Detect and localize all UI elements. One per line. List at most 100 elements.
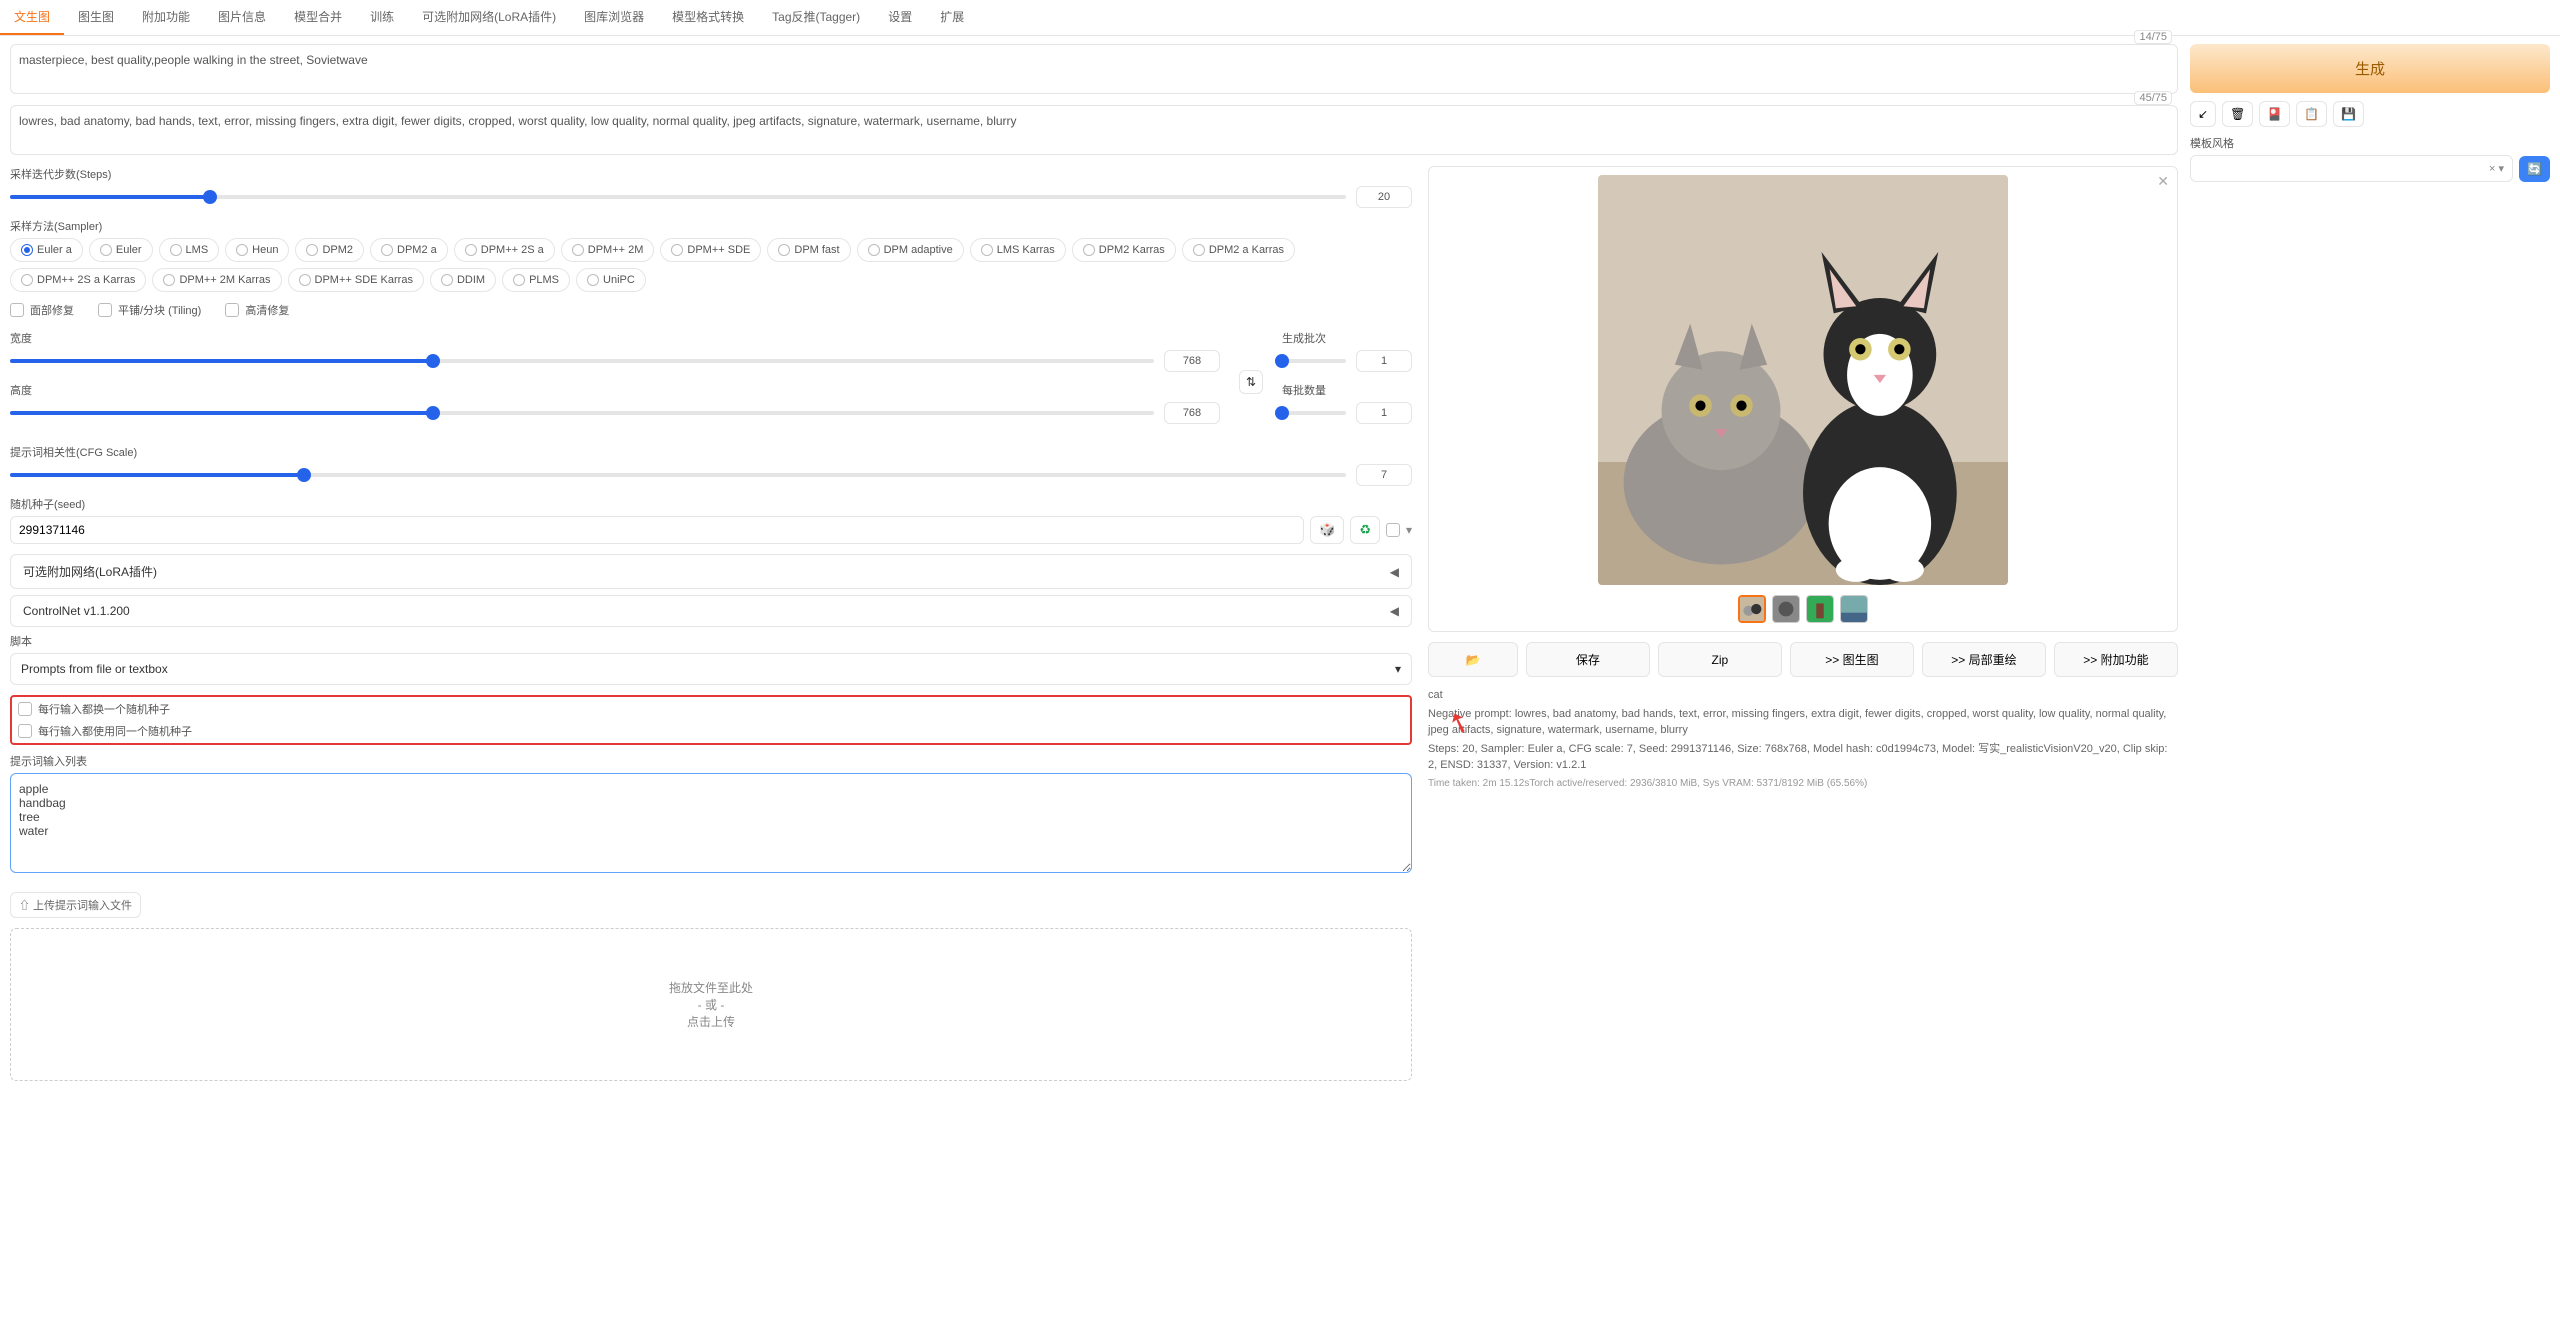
steps-label: 采样迭代步数(Steps) [10, 166, 1412, 182]
prompt-token-count: 14/75 [2134, 30, 2172, 44]
tab-5[interactable]: 训练 [356, 0, 408, 35]
sampler-option[interactable]: DPM++ 2M [561, 238, 655, 262]
sampler-option[interactable]: DPM++ SDE [660, 238, 761, 262]
sampler-option[interactable]: Heun [225, 238, 289, 262]
save-button[interactable]: 保存 [1526, 642, 1650, 677]
sampler-option[interactable]: DPM2 Karras [1072, 238, 1176, 262]
chevron-down-icon: ▾ [1395, 662, 1401, 676]
lora-accordion[interactable]: 可选附加网络(LoRA插件)◀ [10, 554, 1412, 589]
hires-check[interactable]: 高清修复 [225, 302, 289, 318]
tab-10[interactable]: 设置 [874, 0, 926, 35]
swap-dims-button[interactable]: ⇅ [1239, 370, 1263, 394]
batch-size-slider[interactable] [1282, 411, 1346, 415]
sampler-option[interactable]: UniPC [576, 268, 646, 292]
generate-button[interactable]: 生成 [2190, 44, 2550, 93]
width-slider[interactable] [10, 359, 1154, 363]
cfg-label: 提示词相关性(CFG Scale) [10, 444, 1412, 460]
style-select[interactable]: × ▾ [2190, 155, 2513, 182]
send-img2img-button[interactable]: >> 图生图 [1790, 642, 1914, 677]
output-gallery: ✕ [1428, 166, 2178, 632]
sampler-option[interactable]: Euler [89, 238, 153, 262]
sampler-option[interactable]: DPM++ SDE Karras [288, 268, 424, 292]
sampler-option[interactable]: DPM++ 2M Karras [152, 268, 281, 292]
cfg-slider[interactable] [10, 473, 1346, 477]
output-image[interactable] [1598, 175, 2008, 585]
face-restore-check[interactable]: 面部修复 [10, 302, 74, 318]
send-extras-button[interactable]: >> 附加功能 [2054, 642, 2178, 677]
prompt-list-input[interactable] [10, 773, 1412, 873]
refresh-style-button[interactable]: 🔄 [2519, 156, 2550, 182]
upload-prompts-button[interactable]: ⇧ 上传提示词输入文件 [10, 892, 141, 918]
seed-dropdown-icon[interactable]: ▾ [1406, 523, 1412, 537]
neg-prompt-token-count: 45/75 [2134, 91, 2172, 105]
tab-11[interactable]: 扩展 [926, 0, 978, 35]
caret-left-icon: ◀ [1390, 604, 1399, 618]
main-tabs: 文生图图生图附加功能图片信息模型合并训练可选附加网络(LoRA插件)图库浏览器模… [0, 0, 2560, 36]
tab-9[interactable]: Tag反推(Tagger) [758, 0, 874, 35]
seed-reuse-button[interactable]: ♻ [1350, 516, 1380, 544]
send-inpaint-button[interactable]: >> 局部重绘 [1922, 642, 2046, 677]
batch-count-slider[interactable] [1282, 359, 1346, 363]
thumbnail[interactable] [1806, 595, 1834, 623]
extra-networks-button[interactable]: 🎴 [2259, 101, 2290, 127]
tab-3[interactable]: 图片信息 [204, 0, 280, 35]
height-slider[interactable] [10, 411, 1154, 415]
clipboard-button[interactable]: 📋 [2296, 101, 2327, 127]
sampler-option[interactable]: Euler a [10, 238, 83, 262]
sampler-option[interactable]: DPM adaptive [857, 238, 964, 262]
sampler-option[interactable]: LMS [159, 238, 220, 262]
tab-6[interactable]: 可选附加网络(LoRA插件) [408, 0, 570, 35]
generation-info: cat Negative prompt: lowres, bad anatomy… [1428, 687, 2178, 791]
same-seed-check[interactable]: 每行输入都使用同一个随机种子 [18, 723, 1404, 739]
seed-random-button[interactable]: 🎲 [1310, 516, 1344, 544]
clear-prompt-button[interactable]: 🗑 [2222, 101, 2253, 127]
prompt-wrapper: 14/75 [10, 44, 2178, 97]
read-prompt-button[interactable]: ↙ [2190, 101, 2216, 127]
sampler-option[interactable]: DPM fast [767, 238, 850, 262]
tab-8[interactable]: 模型格式转换 [658, 0, 758, 35]
tab-4[interactable]: 模型合并 [280, 0, 356, 35]
tiling-check[interactable]: 平铺/分块 (Tiling) [98, 302, 201, 318]
sampler-option[interactable]: PLMS [502, 268, 570, 292]
tab-0[interactable]: 文生图 [0, 0, 64, 35]
file-dropzone[interactable]: 拖放文件至此处 - 或 - 点击上传 [10, 928, 1412, 1081]
open-folder-button[interactable]: 📂 [1428, 642, 1518, 677]
sampler-label: 采样方法(Sampler) [10, 218, 1412, 234]
steps-slider[interactable] [10, 195, 1346, 199]
sampler-options: Euler aEulerLMSHeunDPM2DPM2 aDPM++ 2S aD… [10, 238, 1412, 292]
thumbnail[interactable] [1772, 595, 1800, 623]
sampler-option[interactable]: DPM2 [295, 238, 364, 262]
width-label: 宽度 [10, 330, 1220, 346]
iterate-seed-check[interactable]: 每行输入都换一个随机种子 [18, 701, 1404, 717]
sampler-option[interactable]: DPM2 a Karras [1182, 238, 1295, 262]
style-label: 模板风格 [2190, 135, 2550, 151]
sampler-option[interactable]: LMS Karras [970, 238, 1066, 262]
script-options-highlight: ➘ 每行输入都换一个随机种子 每行输入都使用同一个随机种子 [10, 695, 1412, 745]
seed-input[interactable] [10, 516, 1304, 544]
width-value[interactable]: 768 [1164, 350, 1220, 372]
height-value[interactable]: 768 [1164, 402, 1220, 424]
close-icon[interactable]: ✕ [2157, 173, 2169, 190]
thumbnail[interactable] [1738, 595, 1766, 623]
batch-count-value[interactable]: 1 [1356, 350, 1412, 372]
thumbnail[interactable] [1840, 595, 1868, 623]
seed-extra-check[interactable] [1386, 523, 1400, 537]
zip-button[interactable]: Zip [1658, 642, 1782, 677]
steps-value[interactable]: 20 [1356, 186, 1412, 208]
sampler-option[interactable]: DPM++ 2S a [454, 238, 555, 262]
tab-7[interactable]: 图库浏览器 [570, 0, 658, 35]
tab-2[interactable]: 附加功能 [128, 0, 204, 35]
prompt-input[interactable] [10, 44, 2178, 94]
tab-1[interactable]: 图生图 [64, 0, 128, 35]
save-style-button[interactable]: 💾 [2333, 101, 2364, 127]
controlnet-accordion[interactable]: ControlNet v1.1.200◀ [10, 595, 1412, 627]
neg-prompt-input[interactable] [10, 105, 2178, 155]
batch-size-value[interactable]: 1 [1356, 402, 1412, 424]
sampler-option[interactable]: DDIM [430, 268, 496, 292]
script-label: 脚本 [10, 633, 1412, 649]
script-select[interactable]: Prompts from file or textbox▾ [10, 653, 1412, 685]
cfg-value[interactable]: 7 [1356, 464, 1412, 486]
batch-count-label: 生成批次 [1282, 330, 1412, 346]
sampler-option[interactable]: DPM++ 2S a Karras [10, 268, 146, 292]
sampler-option[interactable]: DPM2 a [370, 238, 448, 262]
